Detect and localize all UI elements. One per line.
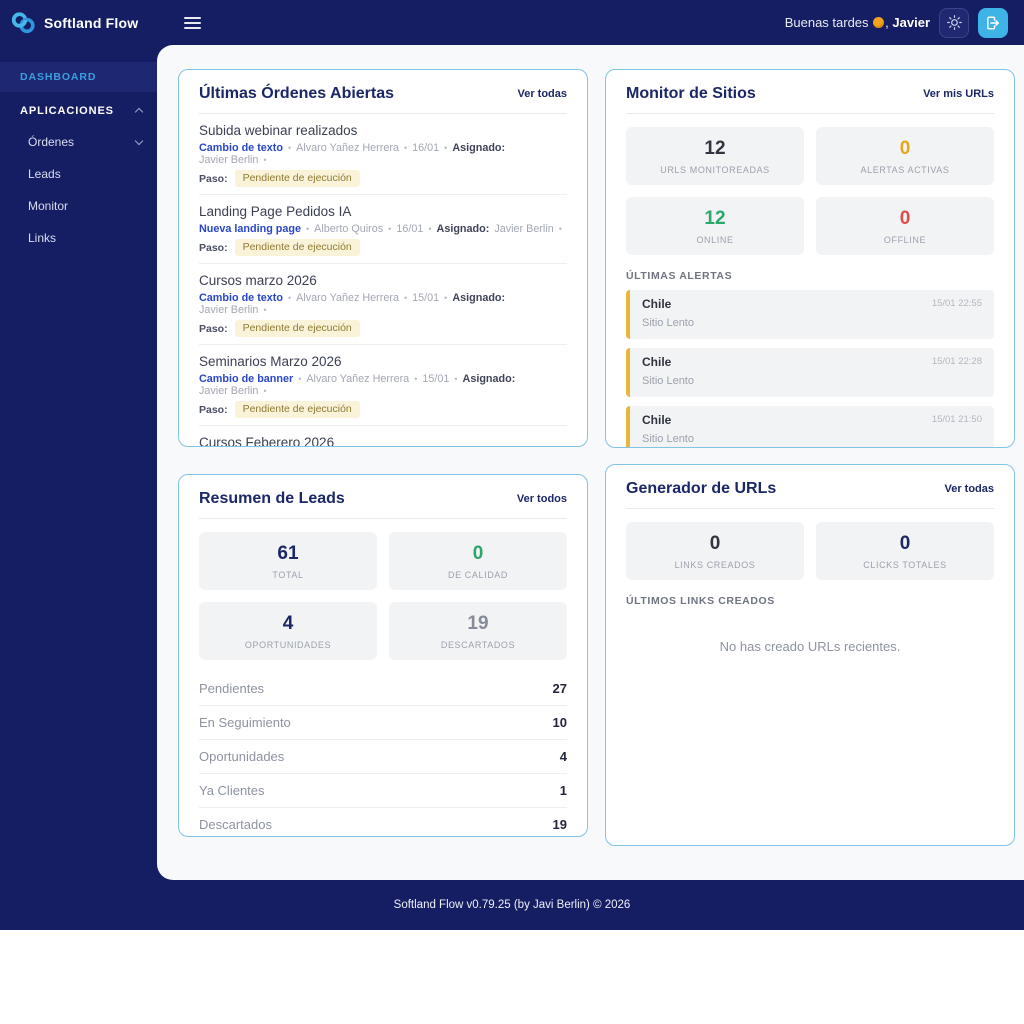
card-title-generador: Generador de URLs	[626, 480, 776, 498]
order-assignee: Javier Berlin	[199, 385, 258, 397]
hamburger-menu-icon[interactable]	[184, 14, 204, 32]
order-type-link[interactable]: Cambio de banner	[199, 373, 293, 385]
order-author: Alberto Quiros	[314, 223, 383, 235]
card-title-monitor: Monitor de Sitios	[626, 85, 756, 103]
ver-todas-urls-link[interactable]: Ver todas	[944, 483, 994, 495]
order-item: Seminarios Marzo 2026 Cambio de banner •…	[199, 345, 567, 426]
order-author: Alvaro Yañez Herrera	[306, 373, 409, 385]
sidebar: DASHBOARD APLICACIONES Órdenes Leads Mon…	[0, 45, 157, 880]
greeting-text: Buenas tardes , Javier	[785, 15, 930, 30]
stat-alertas-activas: 0 ALERTAS ACTIVAS	[816, 127, 994, 185]
sidebar-section-aplicaciones[interactable]: APLICACIONES	[0, 92, 157, 126]
stat-leads-oportunidades: 4 OPORTUNIDADES	[199, 602, 377, 660]
alert-item: Chile Sitio Lento 15/01 22:28	[626, 348, 994, 397]
alert-timestamp: 15/01 22:28	[932, 356, 982, 387]
order-date: 16/01	[412, 142, 439, 154]
status-badge: Pendiente de ejecución	[235, 401, 360, 418]
ver-mis-urls-link[interactable]: Ver mis URLs	[923, 88, 994, 100]
order-assignee: Javier Berlin	[199, 154, 258, 166]
lead-row: En Seguimiento10	[199, 706, 567, 740]
card-title-ordenes: Últimas Órdenes Abiertas	[199, 85, 394, 103]
lead-row: Descartados19	[199, 808, 567, 837]
card-resumen-leads: Resumen de Leads Ver todos 61 TOTAL 0 DE…	[178, 474, 588, 837]
stat-leads-descartados: 19 DESCARTADOS	[389, 602, 567, 660]
stat-online: 12 ONLINE	[626, 197, 804, 255]
order-type-link[interactable]: Cambio de texto	[199, 292, 283, 304]
order-item: Subida webinar realizados Cambio de text…	[199, 114, 567, 195]
main-content: Últimas Órdenes Abiertas Ver todas Subid…	[157, 45, 1024, 880]
brand-name: Softland Flow	[44, 15, 138, 31]
stat-leads-total: 61 TOTAL	[199, 532, 377, 590]
order-author: Alvaro Yañez Herrera	[296, 292, 399, 304]
order-item: Landing Page Pedidos IA Nueva landing pa…	[199, 195, 567, 264]
card-generador-urls: Generador de URLs Ver todas 0 LINKS CREA…	[605, 464, 1015, 846]
stat-leads-calidad: 0 DE CALIDAD	[389, 532, 567, 590]
sidebar-item-monitor[interactable]: Monitor	[0, 190, 157, 222]
order-author: Alvaro Yañez Herrera	[296, 142, 399, 154]
sidebar-item-leads[interactable]: Leads	[0, 158, 157, 190]
ver-todos-leads-link[interactable]: Ver todos	[517, 493, 567, 505]
alert-timestamp: 15/01 22:55	[932, 298, 982, 329]
alert-item: Chile Sitio Lento 15/01 21:50	[626, 406, 994, 448]
card-ultimas-ordenes: Últimas Órdenes Abiertas Ver todas Subid…	[178, 69, 588, 447]
ultimas-alertas-heading: ÚLTIMAS ALERTAS	[626, 270, 994, 282]
footer-text: Softland Flow v0.79.25 (by Javi Berlin) …	[394, 899, 631, 911]
card-title-leads: Resumen de Leads	[199, 490, 345, 508]
navbar-right: Buenas tardes , Javier	[785, 8, 1024, 38]
lead-row: Pendientes27	[199, 672, 567, 706]
sidebar-item-dashboard[interactable]: DASHBOARD	[0, 62, 157, 92]
app-window: Softland Flow Buenas tardes , Javier	[0, 0, 1024, 930]
stat-clicks-totales: 0 CLICKS TOTALES	[816, 522, 994, 580]
alert-timestamp: 15/01 21:50	[932, 414, 982, 445]
order-date: 15/01	[422, 373, 449, 385]
softland-flow-logo-icon	[11, 11, 37, 35]
status-badge: Pendiente de ejecución	[235, 320, 360, 337]
order-type-link[interactable]: Nueva landing page	[199, 223, 301, 235]
stat-offline: 0 OFFLINE	[816, 197, 994, 255]
lead-row: Ya Clientes1	[199, 774, 567, 808]
alert-item: Chile Sitio Lento 15/01 22:55	[626, 290, 994, 339]
brand: Softland Flow	[0, 11, 157, 35]
card-monitor-sitios: Monitor de Sitios Ver mis URLs 12 URLS M…	[605, 69, 1015, 448]
status-badge: Pendiente de ejecución	[235, 239, 360, 256]
top-navbar: Softland Flow Buenas tardes , Javier	[0, 0, 1024, 45]
user-name: Javier	[892, 15, 930, 30]
order-item: Cursos Feberero 2026 Cambio de texto • A…	[199, 426, 567, 447]
logout-icon	[985, 15, 1001, 31]
sidebar-item-ordenes[interactable]: Órdenes	[0, 126, 157, 158]
status-badge: Pendiente de ejecución	[235, 170, 360, 187]
theme-toggle-button[interactable]	[939, 8, 969, 38]
order-item: Cursos marzo 2026 Cambio de texto • Alva…	[199, 264, 567, 345]
order-assignee: Javier Berlin	[494, 223, 553, 235]
sidebar-item-links[interactable]: Links	[0, 222, 157, 254]
order-type-link[interactable]: Cambio de texto	[199, 142, 283, 154]
ultimos-links-heading: ÚLTIMOS LINKS CREADOS	[626, 595, 994, 607]
lead-row: Oportunidades4	[199, 740, 567, 774]
chevron-down-icon	[135, 137, 143, 145]
ver-todas-ordenes-link[interactable]: Ver todas	[517, 88, 567, 100]
order-date: 16/01	[396, 223, 423, 235]
order-assignee: Javier Berlin	[199, 304, 258, 316]
empty-links-message: No has creado URLs recientes.	[626, 639, 994, 654]
stat-urls-monitoreadas: 12 URLS MONITOREADAS	[626, 127, 804, 185]
stat-links-creados: 0 LINKS CREADOS	[626, 522, 804, 580]
order-date: 15/01	[412, 292, 439, 304]
logout-button[interactable]	[978, 8, 1008, 38]
sun-emoji	[873, 17, 884, 28]
sun-icon	[947, 15, 962, 30]
chevron-up-icon	[135, 108, 143, 116]
footer: Softland Flow v0.79.25 (by Javi Berlin) …	[0, 880, 1024, 930]
